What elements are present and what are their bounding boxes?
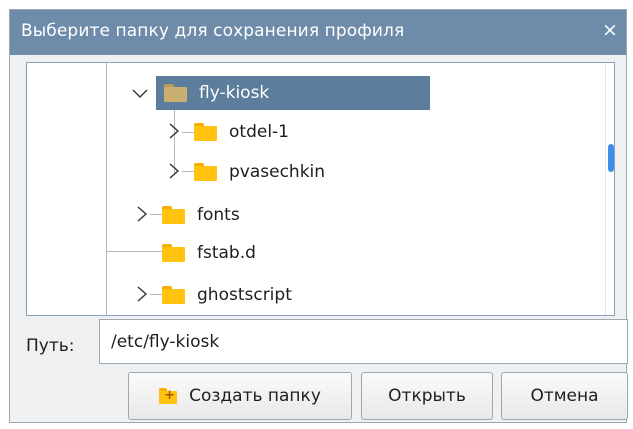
chevron-down-icon[interactable]	[130, 83, 150, 103]
tree-item-label: fly-kiosk	[199, 83, 270, 103]
folder-icon	[162, 206, 185, 224]
folder-tree[interactable]: fly-kiosk otdel-1 pvasechkin fonts fstab…	[26, 62, 615, 316]
tree-item-label: fonts	[197, 205, 240, 225]
tree-item-fonts[interactable]: fonts	[162, 198, 240, 232]
tree-guide-line	[106, 63, 107, 315]
tree-item-label: fstab.d	[197, 243, 256, 263]
open-button[interactable]: Открыть	[361, 372, 493, 420]
title-bar[interactable]: Выберите папку для сохранения профиля ×	[10, 10, 626, 55]
tree-item-otdel-1[interactable]: otdel-1	[194, 115, 289, 149]
save-profile-dialog: Выберите папку для сохранения профиля × …	[9, 9, 628, 423]
cancel-label: Отмена	[530, 386, 599, 406]
vertical-scrollbar[interactable]	[605, 63, 614, 315]
scrollbar-thumb[interactable]	[608, 144, 614, 172]
folder-icon	[164, 84, 187, 102]
tree-item-label: ghostscript	[197, 285, 292, 305]
folder-icon	[194, 163, 217, 181]
tree-item-label: pvasechkin	[229, 162, 326, 182]
folder-icon	[194, 123, 217, 141]
chevron-right-icon[interactable]	[132, 204, 152, 224]
dialog-title: Выберите папку для сохранения профиля	[21, 21, 405, 41]
create-folder-label: Создать папку	[189, 386, 321, 406]
create-folder-button[interactable]: + Создать папку	[128, 372, 352, 420]
folder-icon	[162, 244, 185, 262]
tree-branch-line	[107, 251, 162, 252]
close-icon[interactable]: ×	[602, 19, 618, 41]
path-input[interactable]	[99, 319, 628, 364]
new-folder-icon: +	[159, 388, 178, 404]
tree-item-label: otdel-1	[229, 122, 289, 142]
folder-icon	[162, 286, 185, 304]
tree-item-fly-kiosk[interactable]: fly-kiosk	[156, 76, 430, 110]
cancel-button[interactable]: Отмена	[501, 372, 628, 420]
chevron-right-icon[interactable]	[132, 284, 152, 304]
chevron-right-icon[interactable]	[164, 161, 184, 181]
chevron-right-icon[interactable]	[164, 121, 184, 141]
path-label: Путь:	[26, 336, 75, 356]
tree-item-ghostscript[interactable]: ghostscript	[162, 278, 292, 312]
open-label: Открыть	[388, 386, 466, 406]
tree-item-fstab-d[interactable]: fstab.d	[162, 236, 256, 270]
tree-item-pvasechkin[interactable]: pvasechkin	[194, 155, 325, 189]
